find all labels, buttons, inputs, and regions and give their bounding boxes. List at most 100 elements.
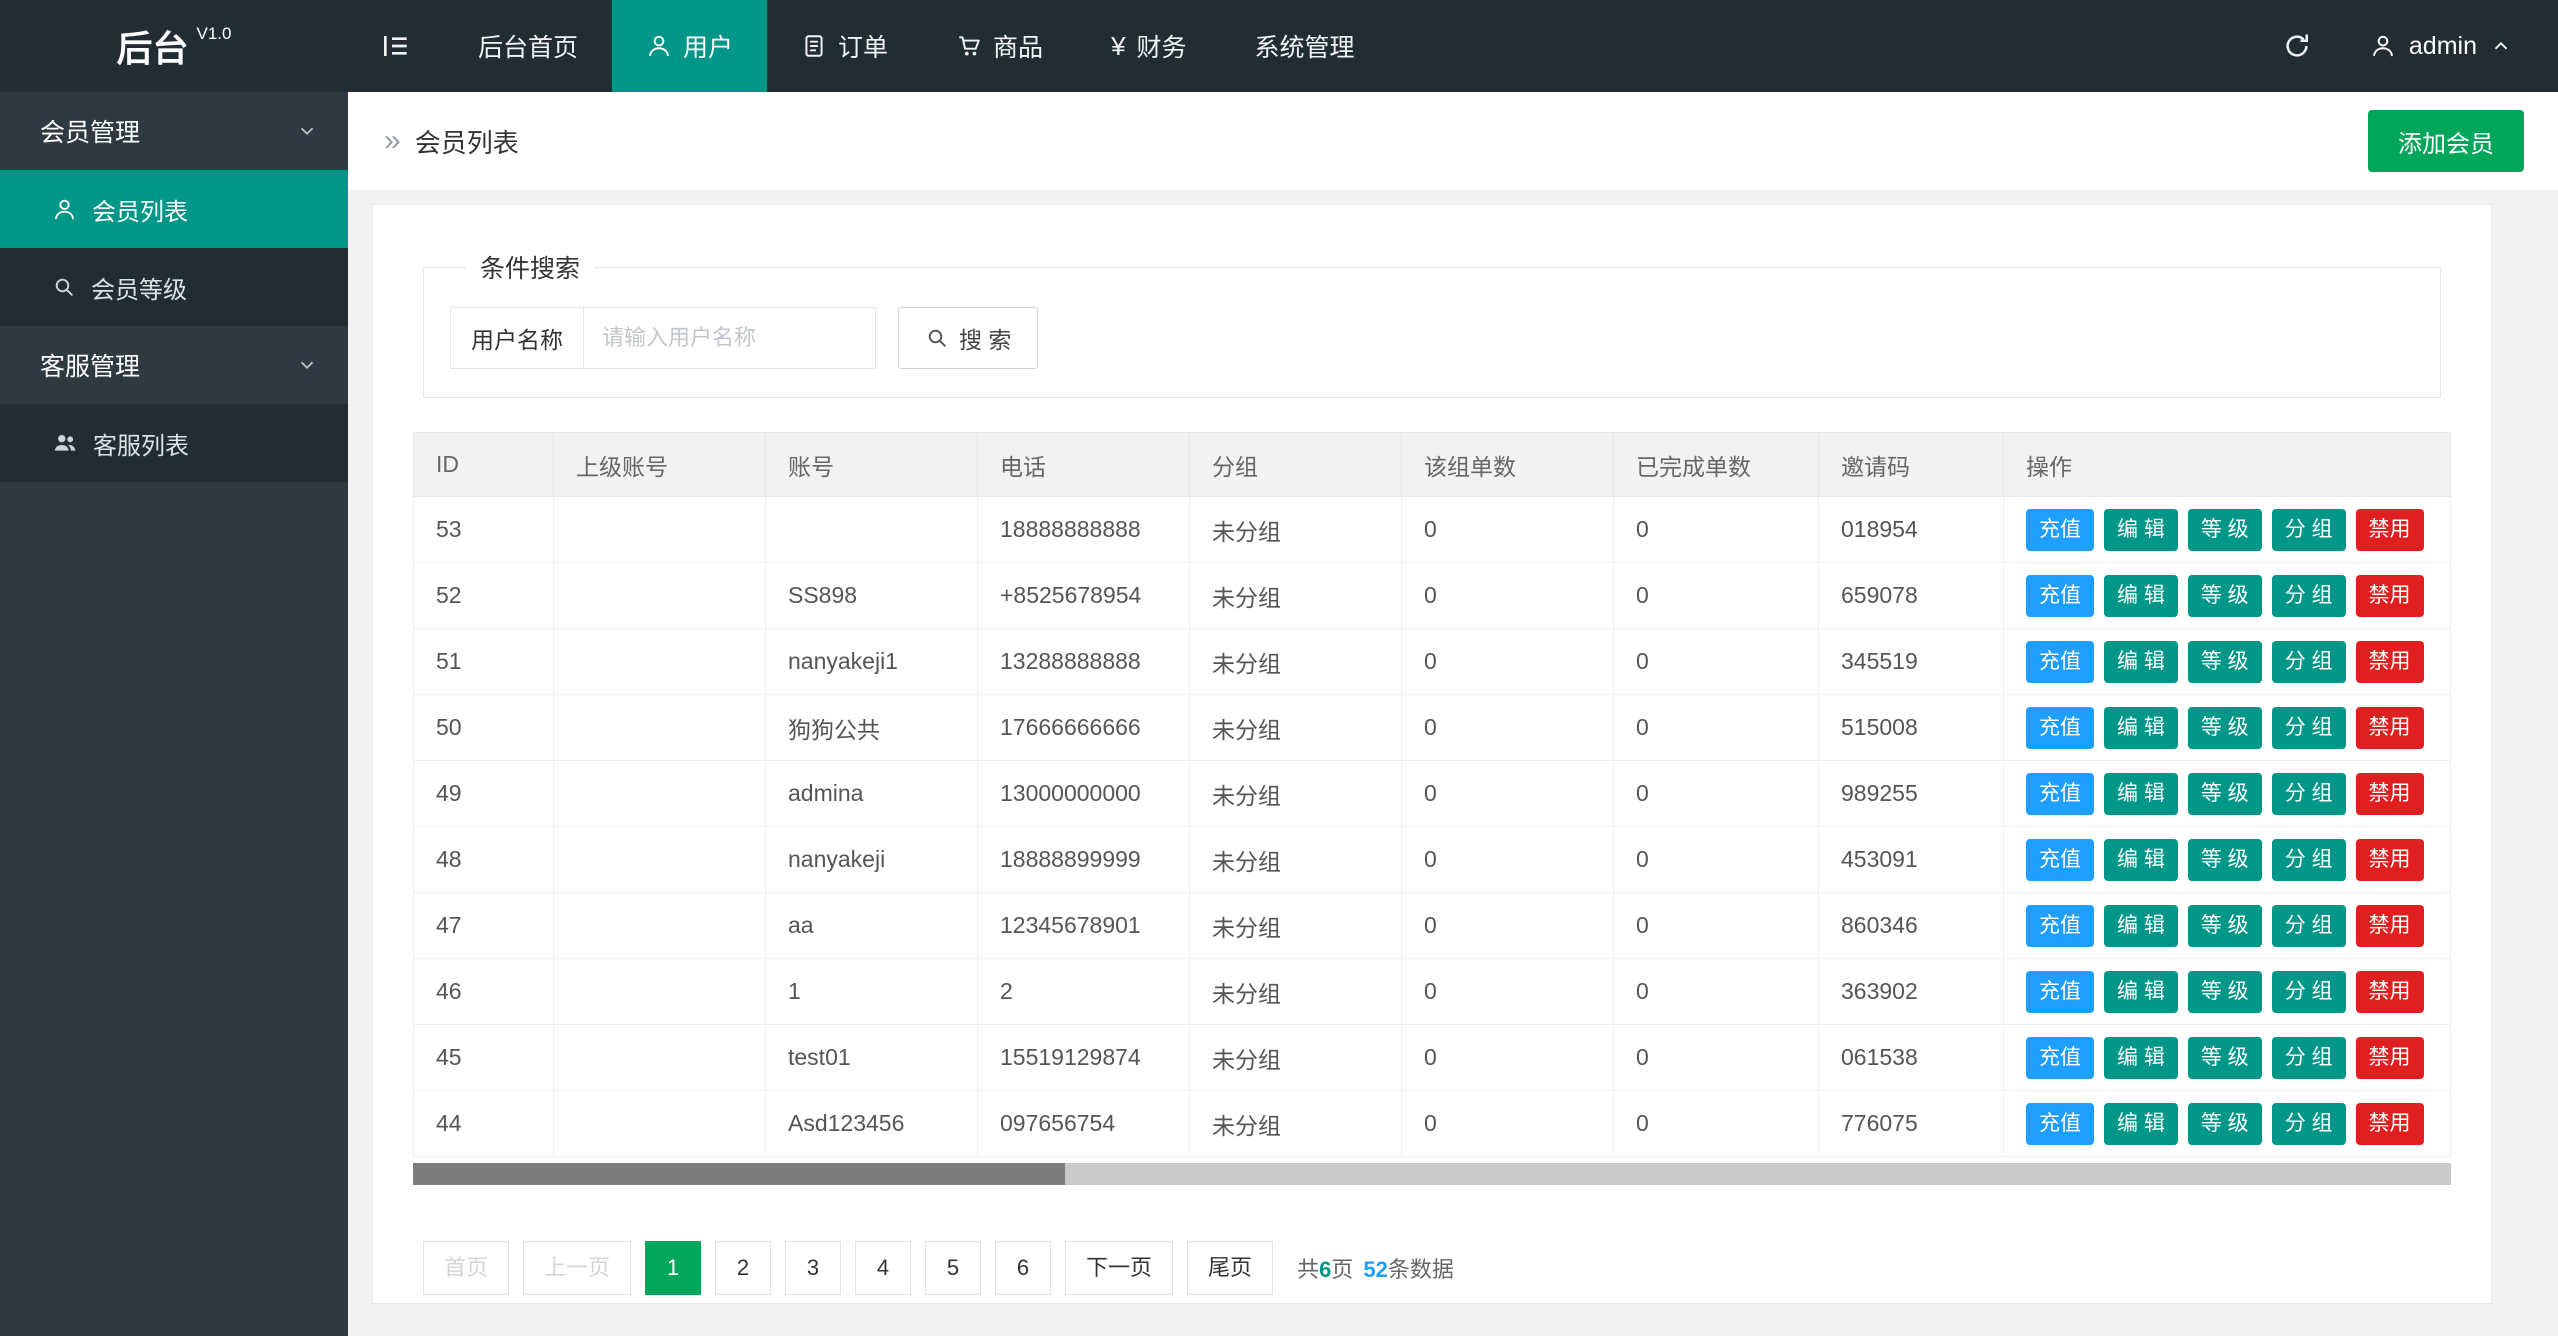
edit-button[interactable]: 编 辑: [2104, 707, 2178, 749]
page-number-5[interactable]: 5: [925, 1241, 981, 1295]
group-button[interactable]: 分 组: [2272, 641, 2346, 683]
disable-button[interactable]: 禁用: [2356, 1037, 2424, 1079]
page-number-1[interactable]: 1: [645, 1241, 701, 1295]
disable-button[interactable]: 禁用: [2356, 773, 2424, 815]
group-button[interactable]: 分 组: [2272, 707, 2346, 749]
cell-actions: 充值编 辑等 级分 组禁用: [2004, 563, 2451, 629]
horizontal-scrollbar[interactable]: [413, 1163, 2451, 1185]
nav-item-home[interactable]: 后台首页: [444, 0, 612, 92]
cell-invite-code: 776075: [1819, 1091, 2004, 1157]
edit-button[interactable]: 编 辑: [2104, 641, 2178, 683]
recharge-button[interactable]: 充值: [2026, 641, 2094, 683]
group-button[interactable]: 分 组: [2272, 971, 2346, 1013]
cell-invite-code: 061538: [1819, 1025, 2004, 1091]
recharge-button[interactable]: 充值: [2026, 509, 2094, 551]
page-next-button[interactable]: 下一页: [1065, 1241, 1173, 1295]
group-button[interactable]: 分 组: [2272, 575, 2346, 617]
level-button[interactable]: 等 级: [2188, 707, 2262, 749]
group-button[interactable]: 分 组: [2272, 773, 2346, 815]
disable-button[interactable]: 禁用: [2356, 839, 2424, 881]
disable-button[interactable]: 禁用: [2356, 905, 2424, 947]
group-button[interactable]: 分 组: [2272, 905, 2346, 947]
cell-parent-account: [554, 1091, 766, 1157]
page-prev-button[interactable]: 上一页: [523, 1241, 631, 1295]
disable-button[interactable]: 禁用: [2356, 641, 2424, 683]
username-input[interactable]: [584, 307, 876, 369]
level-button[interactable]: 等 级: [2188, 905, 2262, 947]
username-input-group: 用户名称: [450, 307, 876, 369]
sidebar-group-service-mgmt[interactable]: 客服管理: [0, 326, 348, 404]
cell-invite-code: 345519: [1819, 629, 2004, 695]
group-button[interactable]: 分 组: [2272, 1037, 2346, 1079]
nav-item-users[interactable]: 用户: [612, 0, 767, 92]
edit-button[interactable]: 编 辑: [2104, 839, 2178, 881]
level-button[interactable]: 等 级: [2188, 1037, 2262, 1079]
search-fieldset: 条件搜索 用户名称 搜 索: [423, 249, 2441, 398]
level-button[interactable]: 等 级: [2188, 839, 2262, 881]
level-button[interactable]: 等 级: [2188, 1103, 2262, 1145]
content-area: 条件搜索 用户名称 搜 索: [348, 190, 2558, 1336]
group-button[interactable]: 分 组: [2272, 839, 2346, 881]
refresh-icon[interactable]: [2282, 31, 2312, 61]
recharge-button[interactable]: 充值: [2026, 971, 2094, 1013]
edit-button[interactable]: 编 辑: [2104, 1037, 2178, 1079]
recharge-button[interactable]: 充值: [2026, 839, 2094, 881]
group-button[interactable]: 分 组: [2272, 1103, 2346, 1145]
page-number-3[interactable]: 3: [785, 1241, 841, 1295]
page-first-button[interactable]: 首页: [423, 1241, 509, 1295]
disable-button[interactable]: 禁用: [2356, 575, 2424, 617]
cell-group-orders: 0: [1402, 629, 1614, 695]
scrollbar-thumb[interactable]: [413, 1163, 1065, 1185]
cell-group: 未分组: [1190, 629, 1402, 695]
cell-parent-account: [554, 761, 766, 827]
edit-button[interactable]: 编 辑: [2104, 773, 2178, 815]
sidebar-group-member-mgmt[interactable]: 会员管理: [0, 92, 348, 170]
recharge-button[interactable]: 充值: [2026, 1037, 2094, 1079]
cell-group-orders: 0: [1402, 563, 1614, 629]
cell-account: Asd123456: [766, 1091, 978, 1157]
level-button[interactable]: 等 级: [2188, 773, 2262, 815]
disable-button[interactable]: 禁用: [2356, 509, 2424, 551]
edit-button[interactable]: 编 辑: [2104, 905, 2178, 947]
sidebar-item-member-level[interactable]: 会员等级: [0, 248, 348, 326]
search-button[interactable]: 搜 索: [898, 307, 1038, 369]
page-number-6[interactable]: 6: [995, 1241, 1051, 1295]
disable-button[interactable]: 禁用: [2356, 1103, 2424, 1145]
sidebar-item-member-list[interactable]: 会员列表: [0, 170, 348, 248]
app-logo[interactable]: 后台 V1.0: [0, 0, 348, 92]
recharge-button[interactable]: 充值: [2026, 773, 2094, 815]
level-button[interactable]: 等 级: [2188, 575, 2262, 617]
recharge-button[interactable]: 充值: [2026, 707, 2094, 749]
disable-button[interactable]: 禁用: [2356, 707, 2424, 749]
edit-button[interactable]: 编 辑: [2104, 509, 2178, 551]
nav-item-orders[interactable]: 订单: [767, 0, 922, 92]
edit-button[interactable]: 编 辑: [2104, 575, 2178, 617]
add-member-button[interactable]: 添加会员: [2368, 110, 2524, 172]
double-angle-icon: »: [384, 124, 401, 158]
cell-actions: 充值编 辑等 级分 组禁用: [2004, 695, 2451, 761]
cell-parent-account: [554, 893, 766, 959]
chevron-up-icon: [2490, 35, 2512, 57]
nav-item-system[interactable]: 系统管理: [1221, 0, 1389, 92]
recharge-button[interactable]: 充值: [2026, 575, 2094, 617]
sidebar-toggle-icon[interactable]: [348, 0, 444, 92]
level-button[interactable]: 等 级: [2188, 641, 2262, 683]
sidebar: 会员管理 会员列表 会员等级 客服管理: [0, 92, 348, 1336]
page-number-2[interactable]: 2: [715, 1241, 771, 1295]
nav-item-goods[interactable]: 商品: [922, 0, 1077, 92]
page-number-4[interactable]: 4: [855, 1241, 911, 1295]
disable-button[interactable]: 禁用: [2356, 971, 2424, 1013]
edit-button[interactable]: 编 辑: [2104, 971, 2178, 1013]
level-button[interactable]: 等 级: [2188, 971, 2262, 1013]
cell-id: 45: [414, 1025, 554, 1091]
cell-phone: 13288888888: [978, 629, 1190, 695]
recharge-button[interactable]: 充值: [2026, 905, 2094, 947]
nav-item-finance[interactable]: ¥ 财务: [1077, 0, 1220, 92]
recharge-button[interactable]: 充值: [2026, 1103, 2094, 1145]
sidebar-item-service-list[interactable]: 客服列表: [0, 404, 348, 482]
level-button[interactable]: 等 级: [2188, 509, 2262, 551]
edit-button[interactable]: 编 辑: [2104, 1103, 2178, 1145]
user-menu[interactable]: admin: [2370, 32, 2512, 61]
group-button[interactable]: 分 组: [2272, 509, 2346, 551]
page-last-button[interactable]: 尾页: [1187, 1241, 1273, 1295]
